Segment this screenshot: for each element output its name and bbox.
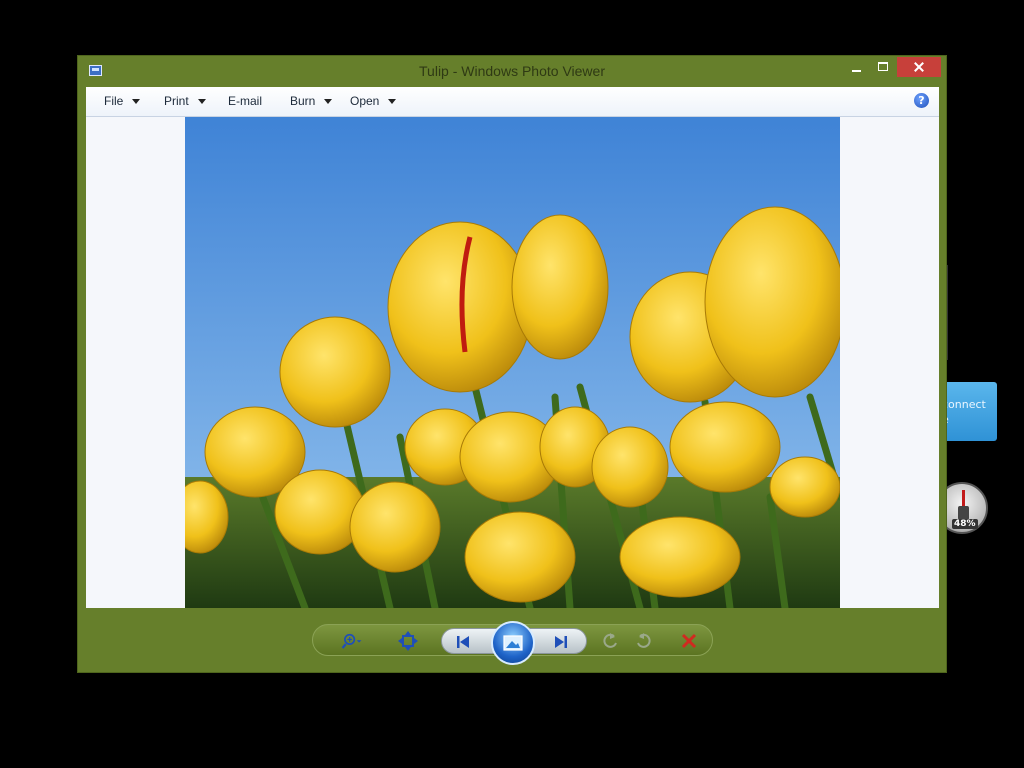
navigation-group (441, 621, 587, 665)
chevron-down-icon (324, 99, 333, 105)
close-button[interactable] (897, 57, 941, 77)
rotate-counterclockwise-button[interactable] (599, 630, 621, 652)
slideshow-icon (503, 635, 523, 651)
rotate-clockwise-button[interactable] (633, 630, 655, 652)
zoom-button[interactable] (341, 630, 369, 652)
previous-button[interactable] (452, 631, 474, 653)
rotate-counterclockwise-icon (603, 633, 617, 648)
maximize-button[interactable] (870, 57, 896, 77)
actual-size-icon (398, 631, 418, 651)
menu-file[interactable]: File (104, 87, 141, 116)
menu-print-label: Print (164, 94, 189, 108)
actual-size-button[interactable] (397, 630, 419, 652)
menu-bar: File Print E-mail Burn Open ? (86, 87, 939, 117)
help-icon[interactable]: ? (914, 93, 929, 108)
menu-file-label: File (104, 94, 124, 108)
next-button[interactable] (550, 631, 572, 653)
previous-icon (457, 636, 469, 648)
photo-viewer-window: Tulip - Windows Photo Viewer File Print … (77, 55, 947, 673)
battery-percent: 48% (952, 519, 978, 529)
window-title: Tulip - Windows Photo Viewer (419, 63, 605, 79)
connect-tile-line1: connect (942, 398, 986, 411)
menu-email-label: E-mail (228, 94, 263, 108)
delete-icon (681, 633, 697, 649)
chevron-down-icon (388, 99, 397, 105)
chevron-down-icon (132, 99, 141, 105)
meter-needle (962, 490, 965, 506)
chevron-down-icon (197, 99, 206, 105)
menu-print[interactable]: Print (164, 87, 206, 116)
minimize-button[interactable] (844, 57, 870, 77)
image-viewport (86, 117, 939, 608)
menu-burn[interactable]: Burn (290, 87, 333, 116)
menu-open-label: Open (350, 94, 380, 108)
menu-burn-label: Burn (290, 94, 316, 108)
viewer-controls (312, 621, 713, 665)
battery-icon (958, 506, 969, 520)
rotate-clockwise-icon (637, 633, 651, 648)
next-icon (555, 636, 567, 648)
zoom-icon (341, 633, 362, 649)
slideshow-button[interactable] (491, 621, 535, 665)
tulip-photo (185, 117, 840, 608)
delete-button[interactable] (678, 630, 700, 652)
title-bar[interactable]: Tulip - Windows Photo Viewer (78, 56, 946, 86)
menu-open[interactable]: Open (350, 87, 397, 116)
menu-email[interactable]: E-mail (228, 87, 262, 116)
